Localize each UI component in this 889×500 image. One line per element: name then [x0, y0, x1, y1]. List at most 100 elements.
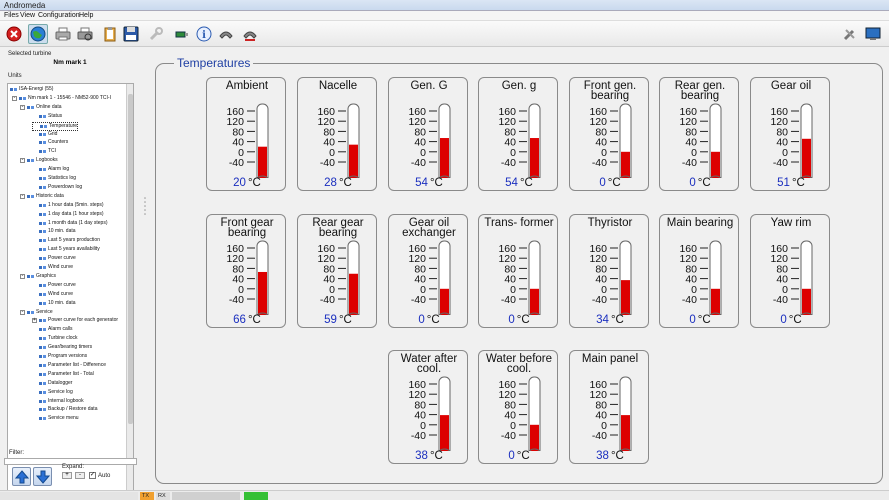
thermometer-card: Rear gen. bearing 160 120 80 40 0 -40 0 °C [659, 77, 739, 191]
collapse-icon[interactable]: - [20, 193, 25, 199]
tree-item[interactable]: 10 min. data [32, 300, 76, 307]
tools-icon[interactable] [840, 24, 860, 44]
temperature-unit: °C [338, 314, 352, 326]
menu-configuration[interactable]: Configuration [38, 11, 80, 21]
thermometer-card: Water before cool. 160 120 80 40 0 -40 0 °C [478, 350, 558, 464]
tree-item[interactable]: Parameter list - Total [32, 371, 94, 378]
expand-all-button[interactable]: + [62, 472, 72, 479]
tree-item[interactable]: Backup / Restore data [32, 406, 97, 413]
thermometer-value: 38 °C [389, 450, 469, 462]
collapse-icon[interactable]: - [20, 158, 25, 164]
tree-scroll-thumb[interactable] [128, 94, 133, 424]
units-tree[interactable]: Service menu Backup / Restore data Interna… [7, 83, 134, 491]
tree-item[interactable]: Service menu [32, 415, 79, 422]
node-icon [39, 114, 46, 118]
tree-item[interactable]: Statistics log [32, 175, 76, 182]
tree-item[interactable]: Program versions [32, 353, 87, 360]
tree-item[interactable]: - Nm mark 1 - 15546 - NM52-900 TCI-I [12, 95, 111, 102]
tree-item[interactable]: Temperature [32, 121, 79, 131]
monitor-icon[interactable] [863, 24, 883, 44]
tree-item[interactable]: Parameter list - Difference [32, 362, 106, 369]
panel-splitter[interactable] [141, 48, 149, 490]
tree-item[interactable]: TCI [32, 148, 56, 155]
thermometer-gauge: 16012080400-40 [408, 240, 451, 315]
temperature-unit: °C [338, 177, 352, 189]
tree-item[interactable]: - Logbooks [20, 157, 58, 164]
temperature-unit: °C [247, 177, 261, 189]
collapse-icon[interactable]: - [12, 95, 17, 101]
thermometer-gauge: 16012080400-40 [408, 376, 451, 451]
save-icon[interactable] [121, 24, 141, 44]
tree-item[interactable]: Turbine clock [32, 335, 78, 342]
collapse-all-button[interactable]: - [75, 472, 85, 479]
collapse-icon[interactable]: - [20, 104, 25, 110]
mercury-column [621, 151, 630, 178]
tree-item[interactable]: 1 hour data (5min. steps) [32, 202, 104, 209]
tree-scrollbar[interactable] [126, 84, 133, 490]
globe-icon[interactable] [28, 24, 48, 44]
thermometer-value: 0 °C [751, 314, 831, 326]
tree-item[interactable]: Datalogger [32, 380, 72, 387]
move-down-button[interactable] [33, 467, 52, 486]
tree-item[interactable]: - Service [20, 309, 53, 316]
tree-item[interactable]: Alarm log [32, 166, 69, 173]
tree-item[interactable]: Counters [32, 139, 68, 146]
phone-sync-icon[interactable] [240, 24, 260, 44]
tree-item-label: Graphics [36, 272, 57, 279]
tree-item[interactable]: Service log [32, 389, 73, 396]
tree-item[interactable]: Wind curve [32, 264, 73, 271]
mercury-column [530, 138, 539, 178]
tree-item[interactable]: Power curve [32, 282, 76, 289]
phone-icon[interactable] [216, 24, 236, 44]
tree-item[interactable]: 10 min. data [32, 228, 76, 235]
filter-label: Filter: [9, 450, 24, 456]
scale-tick-label: -40 [773, 294, 788, 306]
usb-icon[interactable] [172, 24, 192, 44]
temperature-unit: °C [791, 177, 805, 189]
tree-item[interactable]: Alarm calls [32, 326, 72, 333]
printer-icon[interactable] [53, 24, 73, 44]
tree-item[interactable]: Power curve [32, 255, 76, 262]
thermometer-value: 34 °C [570, 314, 650, 326]
menu-help[interactable]: Help [79, 11, 93, 21]
tree-item[interactable]: + Power curve for each generator [32, 317, 118, 324]
move-up-button[interactable] [12, 467, 31, 486]
tree-item[interactable]: Wind curve [32, 291, 73, 298]
tree-item[interactable]: Powerdown log [32, 184, 82, 191]
expand-icon[interactable]: + [32, 318, 37, 324]
tree-item[interactable]: Status [32, 113, 62, 120]
tree-item[interactable]: 1 month data (1 day steps) [32, 220, 107, 227]
thermometer-card: Front gear bearing 160 120 80 40 0 -40 66 °C [206, 214, 286, 328]
tree-item[interactable]: - Historic data [20, 193, 64, 200]
wrench-icon[interactable] [146, 24, 166, 44]
tree-item[interactable]: Last 5 years availability [32, 246, 100, 253]
tree-item[interactable]: 1 day data (1 hour steps) [32, 211, 104, 218]
tree-item-label: Logbooks [36, 157, 58, 164]
scale-tick-label: -40 [501, 430, 516, 442]
auto-checkbox[interactable]: ✓ [89, 472, 96, 479]
tree-item[interactable]: - Graphics [20, 273, 56, 280]
menu-view[interactable]: View [20, 11, 35, 21]
clipboard-icon[interactable] [100, 24, 120, 44]
tree-item[interactable]: - Online data [20, 104, 62, 111]
tree-item-label: ISA-Energi (55) [19, 86, 54, 92]
close-icon[interactable] [4, 24, 24, 44]
tree-item-label: Parameter list - Difference [48, 361, 106, 368]
collapse-icon[interactable]: - [20, 273, 25, 279]
tree-item[interactable]: Internal logbook [32, 398, 84, 405]
node-icon [39, 283, 46, 287]
thermometer-gauge: 16012080400-40 [589, 376, 632, 451]
print-preview-icon[interactable] [75, 24, 95, 44]
mercury-column [258, 271, 267, 315]
menu-files[interactable]: Files [4, 11, 19, 21]
tree-item[interactable]: ISA-Energi (55) [10, 86, 53, 93]
tree-item[interactable]: Last 5 years production [32, 237, 100, 244]
tree-item[interactable]: Gear/bearing timers [32, 344, 92, 351]
tree-item-label: Backup / Restore data [48, 406, 98, 413]
tree-item[interactable]: Grid [32, 131, 57, 138]
collapse-icon[interactable]: - [20, 309, 25, 315]
info-icon[interactable]: i [194, 24, 214, 44]
mercury-column [440, 138, 449, 178]
thermometer-card: Gear oil 160 120 80 40 0 -40 51 °C [750, 77, 830, 191]
thermometer-value: 0 °C [570, 177, 650, 189]
